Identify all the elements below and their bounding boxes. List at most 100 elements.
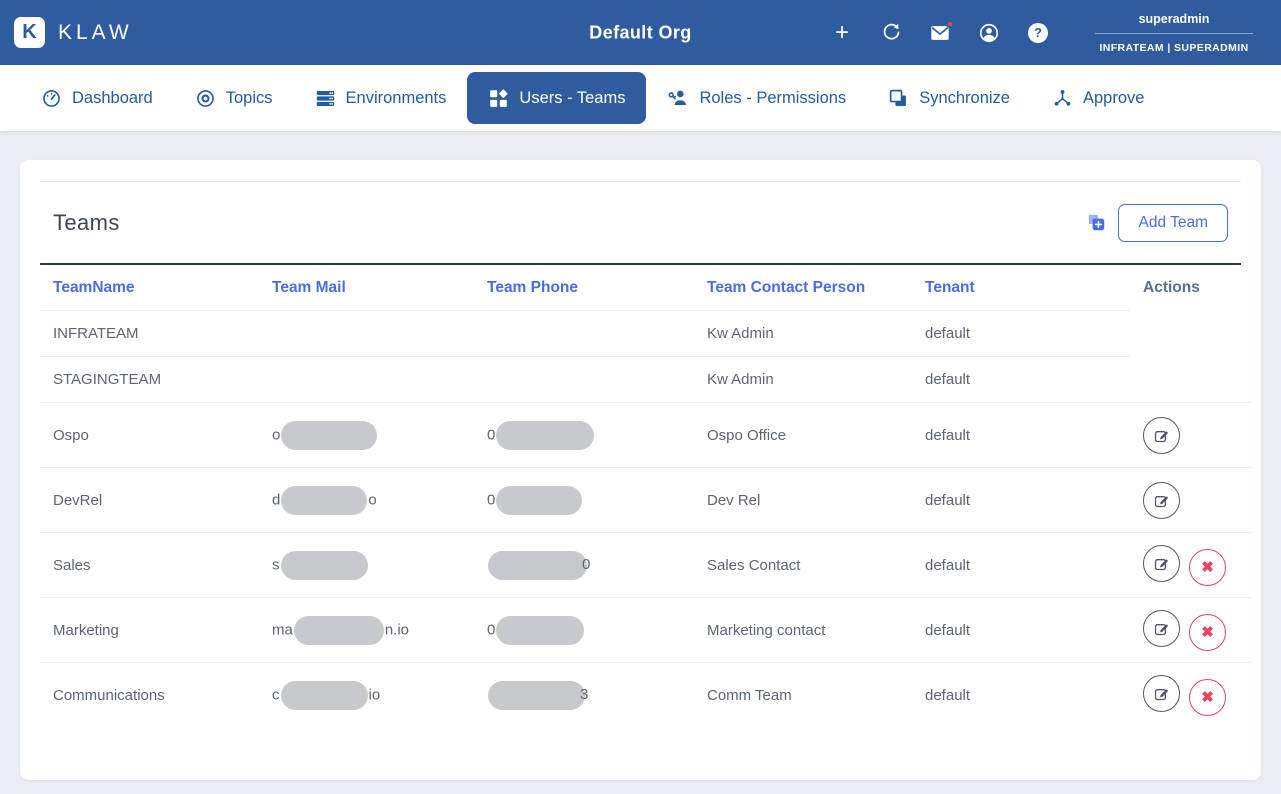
- edit-icon: [1154, 688, 1168, 700]
- tiles-icon: [490, 88, 508, 107]
- teams-table: TeamName Team Mail Team Phone Team Conta…: [40, 265, 1251, 728]
- account-icon[interactable]: [978, 22, 1000, 44]
- redaction-pill: [488, 680, 585, 710]
- username: superadmin: [1138, 11, 1210, 26]
- user-menu[interactable]: superadmin INFRATEAM | SUPERADMIN: [1095, 12, 1253, 54]
- cell-actions: [1130, 402, 1251, 468]
- redaction-pill: [496, 420, 595, 450]
- app-header: K KLAW Default Org + ? superadmin INFRAT…: [0, 0, 1281, 65]
- redaction-pill: [496, 485, 583, 515]
- cell-team-phone: [474, 310, 694, 357]
- redaction-pill: [281, 420, 378, 450]
- cell-tenant: default: [912, 402, 1130, 468]
- help-icon[interactable]: ?: [1027, 22, 1049, 44]
- table-row: INFRATEAM Kw Admin default: [40, 310, 1251, 357]
- klaw-logo[interactable]: K KLAW: [14, 17, 133, 48]
- phone-text: 3: [580, 686, 589, 704]
- tab-synchronize[interactable]: Synchronize: [867, 72, 1031, 124]
- cell-tenant: default: [912, 467, 1130, 533]
- cell-team-phone: 0: [474, 402, 694, 468]
- tab-label: Topics: [225, 88, 273, 107]
- cell-team-name: Sales: [40, 532, 259, 598]
- servers-icon: [316, 90, 334, 106]
- edit-team-button[interactable]: [1143, 416, 1180, 454]
- library-add-icon[interactable]: [1088, 214, 1105, 231]
- tab-label: Approve: [1083, 88, 1145, 107]
- tab-roles-permissions[interactable]: Roles - Permissions: [646, 72, 867, 124]
- delete-x-icon: ✖: [1201, 688, 1214, 706]
- cell-team-mail: s: [259, 532, 474, 598]
- edit-team-button[interactable]: [1143, 544, 1180, 582]
- user-team-role: INFRATEAM | SUPERADMIN: [1099, 41, 1249, 54]
- tab-dashboard[interactable]: Dashboard: [20, 72, 174, 124]
- mail-text: ma: [272, 620, 293, 638]
- edit-team-button[interactable]: [1143, 609, 1180, 647]
- col-header-team-phone[interactable]: Team Phone: [474, 265, 694, 311]
- tab-label: Synchronize: [919, 88, 1010, 107]
- cell-actions: ✖: [1130, 597, 1251, 663]
- edit-team-button[interactable]: [1143, 674, 1180, 712]
- cell-contact: Kw Admin: [694, 356, 912, 403]
- cell-team-phone: 0: [474, 532, 694, 598]
- col-header-contact-person[interactable]: Team Contact Person: [694, 265, 912, 311]
- org-title: Default Org: [589, 22, 692, 42]
- tab-environments[interactable]: Environments: [294, 72, 468, 124]
- cell-team-mail: ma n.io: [259, 597, 474, 663]
- redaction-pill: [496, 615, 585, 645]
- tab-label: Users - Teams: [519, 88, 626, 107]
- delete-team-button[interactable]: ✖: [1189, 613, 1226, 651]
- mail-text: s: [272, 555, 280, 573]
- cell-contact: Marketing contact: [694, 597, 912, 663]
- tab-topics[interactable]: Topics: [174, 72, 294, 124]
- mail-text: n.io: [384, 620, 410, 638]
- cell-contact: Dev Rel: [694, 467, 912, 533]
- main-nav: Dashboard Topics Environments Users - Te…: [0, 65, 1281, 131]
- cell-contact: Ospo Office: [694, 402, 912, 468]
- logo-letter: K: [22, 21, 37, 43]
- cell-actions: [1130, 467, 1251, 533]
- mail-unread-icon[interactable]: [929, 19, 954, 44]
- cell-team-mail: [259, 356, 474, 403]
- mail-text: o: [272, 425, 281, 443]
- table-row: Sales s 0 Sales Contact default ✖: [40, 532, 1251, 598]
- phone-text: 0: [487, 620, 496, 638]
- mail-text: d: [272, 490, 281, 508]
- cell-team-name: STAGINGTEAM: [40, 356, 259, 403]
- overlap-squares-icon: [889, 89, 907, 106]
- plus-glyph: +: [834, 18, 849, 46]
- table-row: STAGINGTEAM Kw Admin default: [40, 356, 1251, 403]
- edit-icon: [1154, 558, 1168, 570]
- cell-team-name: Communications: [53, 686, 165, 704]
- tab-approve[interactable]: Approve: [1031, 72, 1165, 124]
- phone-text: 0: [582, 555, 591, 573]
- cell-contact: Kw Admin: [694, 310, 912, 357]
- cell-team-phone: 0: [474, 597, 694, 663]
- cell-tenant: default: [912, 356, 1130, 403]
- delete-team-button[interactable]: ✖: [1189, 548, 1226, 586]
- cell-actions: [1130, 356, 1251, 403]
- cell-team-mail: do: [259, 467, 474, 533]
- col-header-teamname[interactable]: TeamName: [40, 265, 259, 311]
- edit-team-button[interactable]: [1143, 481, 1180, 519]
- refresh-icon[interactable]: [880, 22, 902, 44]
- cell-contact: Sales Contact: [694, 532, 912, 598]
- phone-text: 0: [487, 425, 496, 443]
- logo-text: KLAW: [58, 20, 133, 44]
- cell-team-name: DevRel: [40, 467, 259, 533]
- add-icon[interactable]: +: [831, 18, 853, 46]
- cell-tenant: default: [912, 532, 1130, 598]
- add-team-button[interactable]: Add Team: [1118, 203, 1228, 242]
- col-header-tenant[interactable]: Tenant: [912, 265, 1130, 311]
- cell-team-phone: [474, 356, 694, 403]
- col-header-team-mail[interactable]: Team Mail: [259, 265, 474, 311]
- mail-text: io: [368, 686, 381, 704]
- cell-actions: ✖: [1130, 532, 1251, 598]
- delete-team-button[interactable]: ✖: [1189, 678, 1226, 716]
- cell-actions: [1130, 311, 1251, 357]
- tab-label: Roles - Permissions: [699, 88, 847, 107]
- cell-team-phone: 0: [474, 467, 694, 533]
- help-glyph: ?: [1034, 25, 1042, 40]
- tab-users-teams[interactable]: Users - Teams: [467, 72, 647, 124]
- redaction-pill: [293, 615, 384, 645]
- mail-text: o: [368, 490, 377, 508]
